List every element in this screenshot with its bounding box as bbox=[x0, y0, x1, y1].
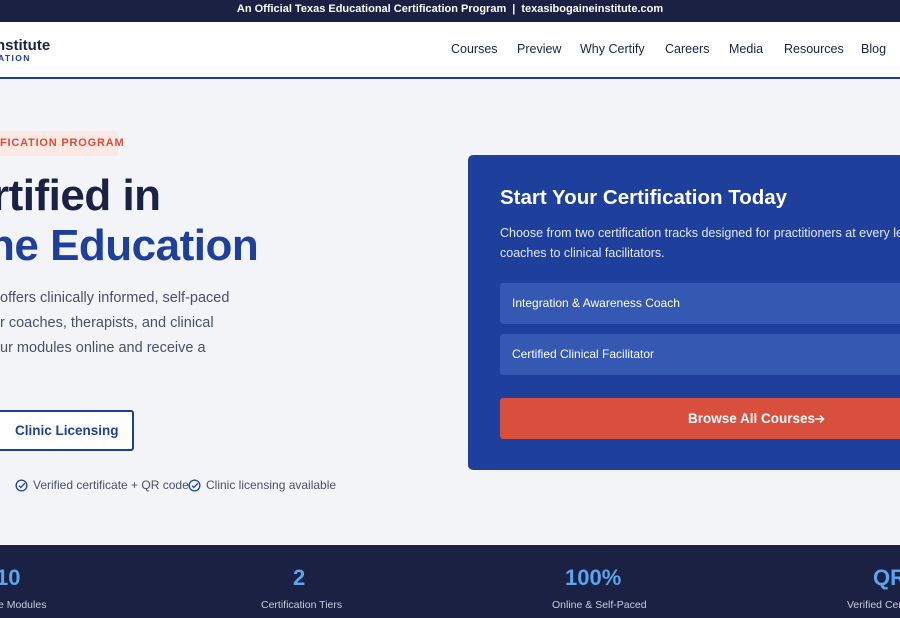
stat-label-tiers: Certification Tiers bbox=[261, 599, 343, 611]
nav-link-blog[interactable]: Blog bbox=[861, 42, 886, 56]
announcement-separator: | bbox=[512, 3, 516, 15]
hero-headline-line2: ne Education bbox=[0, 221, 259, 270]
browse-all-courses-label: Browse All Courses bbox=[688, 411, 816, 426]
card-description-line: coaches to clinical facilitators. bbox=[500, 246, 665, 260]
announcement-bar: An Official Texas Educational Certificat… bbox=[0, 0, 900, 22]
stat-label-modules: e Modules bbox=[0, 599, 47, 611]
brand-logo-name[interactable]: nstitute bbox=[0, 37, 50, 54]
feature-check-certificate: Verified certificate + QR code bbox=[15, 478, 189, 492]
nav-link-resources[interactable]: Resources bbox=[784, 42, 844, 56]
feature-check-licensing: Clinic licensing available bbox=[188, 478, 336, 492]
main-navigation: nstitute ATION Courses Preview Why Certi… bbox=[0, 22, 900, 79]
program-eyebrow-badge: FICATION PROGRAM bbox=[0, 131, 124, 156]
card-title: Start Your Certification Today bbox=[500, 186, 788, 209]
stat-value-tiers: 2 bbox=[293, 565, 306, 590]
stat-value-modules: 10 bbox=[0, 565, 21, 590]
arrow-right-icon bbox=[815, 414, 825, 424]
track-option-clinical-facilitator[interactable]: Certified Clinical Facilitator bbox=[500, 334, 900, 375]
clinic-licensing-label: Clinic Licensing bbox=[15, 423, 119, 438]
program-eyebrow-text: FICATION PROGRAM bbox=[0, 137, 125, 149]
stat-value-qr: QR bbox=[873, 565, 900, 590]
card-description: Choose from two certification tracks des… bbox=[500, 223, 900, 263]
browse-all-courses-button[interactable]: Browse All Courses bbox=[500, 398, 900, 439]
nav-link-careers[interactable]: Careers bbox=[665, 42, 709, 56]
check-circle-icon bbox=[15, 479, 28, 492]
clinic-licensing-button[interactable]: Clinic Licensing bbox=[0, 410, 134, 451]
feature-check-label: Clinic licensing available bbox=[206, 478, 337, 492]
hero-description-line: r coaches, therapists, and clinical bbox=[0, 315, 214, 331]
track-option-label: Integration & Awareness Coach bbox=[512, 296, 680, 310]
card-description-line: Choose from two certification tracks des… bbox=[500, 226, 900, 240]
announcement-text: An Official Texas Educational Certificat… bbox=[236, 3, 507, 15]
nav-link-media[interactable]: Media bbox=[729, 42, 763, 56]
track-option-label: Certified Clinical Facilitator bbox=[512, 347, 655, 361]
track-option-integration-coach[interactable]: Integration & Awareness Coach bbox=[500, 283, 900, 324]
stat-value-online: 100% bbox=[565, 565, 622, 590]
stat-label-qr: Verified Cer bbox=[847, 599, 900, 611]
nav-link-preview[interactable]: Preview bbox=[517, 42, 561, 56]
hero-headline-line1: rtified in bbox=[0, 171, 161, 220]
hero-description: offers clinically informed, self-paced r… bbox=[0, 286, 240, 361]
certification-card: Start Your Certification Today Choose fr… bbox=[468, 155, 900, 470]
check-circle-icon bbox=[188, 479, 201, 492]
nav-link-courses[interactable]: Courses bbox=[451, 42, 498, 56]
stats-strip: 10 e Modules 2 Certification Tiers 100% … bbox=[0, 545, 900, 618]
hero-description-line: offers clinically informed, self-paced bbox=[0, 290, 230, 306]
hero-description-line: ur modules online and receive a bbox=[0, 340, 206, 356]
stat-label-online: Online & Self-Paced bbox=[552, 599, 647, 611]
announcement-domain-link[interactable]: texasibogaineinstitute.com bbox=[521, 3, 663, 15]
feature-check-label: Verified certificate + QR code bbox=[33, 478, 189, 492]
brand-logo-subtitle: ATION bbox=[0, 53, 31, 63]
nav-link-why-certify[interactable]: Why Certify bbox=[580, 42, 645, 56]
